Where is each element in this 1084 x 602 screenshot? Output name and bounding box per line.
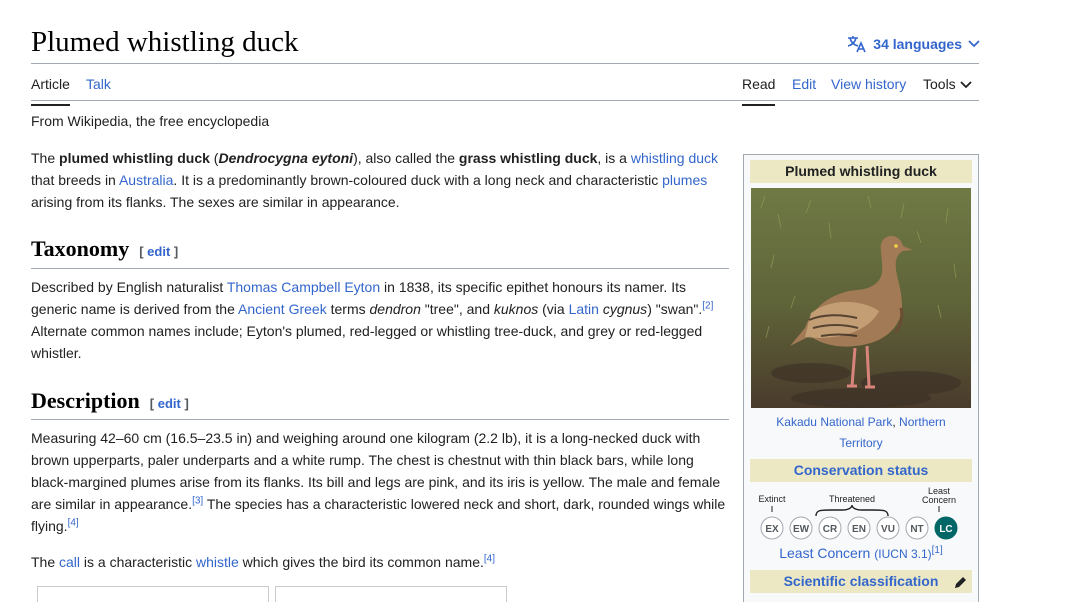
gallery-item[interactable] — [37, 586, 269, 602]
photo-caption: Kakadu National Park, Northern Territory — [776, 415, 946, 450]
infobox-title: Plumed whistling duck — [750, 160, 972, 183]
intro-paragraph: The plumed whistling duck (Dendrocygna e… — [31, 150, 719, 210]
bold-term: grass whistling duck — [458, 150, 598, 166]
gallery-item[interactable] — [275, 586, 507, 602]
tools-menu[interactable]: Tools — [923, 76, 972, 92]
conservation-status-value: Least Concern (IUCN 3.1)[1] — [744, 545, 978, 561]
site-tagline: From Wikipedia, the free encyclopedia — [31, 113, 270, 129]
citation-link[interactable]: [2] — [702, 300, 713, 311]
scientific-name: Dendrocygna eytoni — [218, 150, 354, 166]
citation-link[interactable]: [4] — [484, 553, 495, 564]
link-latin[interactable]: Latin — [569, 301, 599, 317]
heading-description: Description[ edit ] — [31, 388, 729, 420]
svg-text:LC: LC — [939, 524, 952, 535]
citation-link[interactable]: [3] — [192, 495, 203, 506]
svg-text:VU: VU — [881, 524, 895, 535]
tools-label: Tools — [923, 76, 956, 92]
link-kakadu[interactable]: Kakadu National Park — [776, 415, 892, 429]
infobox: Plumed whistling duck Kakadu National Pa… — [743, 154, 979, 602]
description-paragraph: Measuring 42–60 cm (16.5–23.5 in) and we… — [31, 430, 726, 534]
link-iucn[interactable]: (IUCN 3.1) — [874, 547, 931, 561]
edit-section-link[interactable]: edit — [158, 396, 181, 411]
bold-term: plumed whistling duck — [59, 150, 210, 166]
svg-text:NT: NT — [910, 524, 923, 535]
heading-taxonomy: Taxonomy[ edit ] — [31, 236, 729, 269]
translate-icon — [847, 35, 867, 53]
chevron-down-icon — [968, 40, 980, 48]
edit-section-link[interactable]: edit — [147, 244, 170, 259]
link-whistle[interactable]: whistle — [196, 554, 239, 570]
link-ancient-greek[interactable]: Ancient Greek — [238, 301, 327, 317]
call-paragraph: The call is a characteristic whistle whi… — [31, 553, 495, 570]
duck-photo[interactable] — [751, 188, 971, 408]
language-button[interactable]: 34 languages — [847, 35, 980, 53]
link-thomas-eyton[interactable]: Thomas Campbell Eyton — [227, 279, 380, 295]
tab-edit[interactable]: Edit — [792, 76, 816, 92]
link-whistling-duck[interactable]: whistling duck — [631, 150, 718, 166]
page-title: Plumed whistling duck — [31, 26, 299, 58]
scale-label-extinct: Extinct — [758, 494, 786, 504]
page-tabs: Article Talk Read Edit View history Tool… — [31, 64, 979, 106]
conservation-status-header[interactable]: Conservation status — [750, 459, 972, 482]
taxonomy-paragraph: Described by English naturalist Thomas C… — [31, 279, 714, 361]
link-plumes[interactable]: plumes — [662, 172, 707, 188]
link-call[interactable]: call — [59, 554, 80, 570]
citation-link[interactable]: [1] — [932, 545, 943, 556]
language-count: 34 languages — [873, 36, 962, 52]
link-least-concern[interactable]: Least Concern — [779, 545, 870, 561]
tab-view-history[interactable]: View history — [831, 76, 906, 92]
pencil-edit-icon[interactable] — [953, 574, 968, 597]
svg-text:EW: EW — [793, 524, 810, 535]
svg-text:EX: EX — [765, 524, 779, 535]
link-australia[interactable]: Australia — [119, 172, 173, 188]
tab-talk[interactable]: Talk — [86, 76, 111, 92]
tab-article[interactable]: Article — [31, 76, 70, 106]
citation-link[interactable]: [4] — [68, 517, 79, 528]
svg-text:CR: CR — [823, 524, 838, 535]
scientific-classification-header[interactable]: Scientific classification — [750, 570, 972, 593]
scale-label-threatened: Threatened — [829, 494, 875, 504]
tab-read[interactable]: Read — [742, 76, 776, 106]
iucn-status-scale: Extinct Threatened Least Concern EX EW C… — [750, 485, 972, 543]
svg-text:EN: EN — [852, 524, 866, 535]
scale-label-concern: Concern — [922, 495, 956, 505]
chevron-down-icon — [960, 76, 972, 92]
